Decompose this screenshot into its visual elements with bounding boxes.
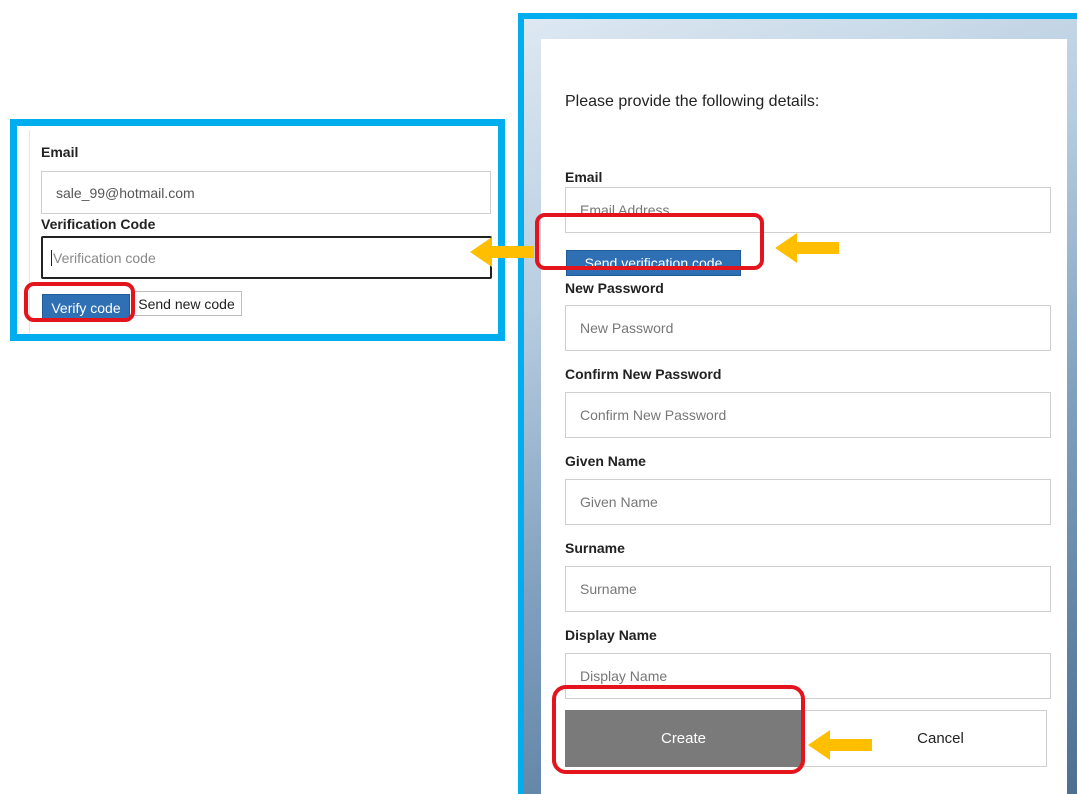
email-field[interactable]: sale_99@hotmail.com: [41, 171, 491, 214]
new-password-input[interactable]: New Password: [565, 305, 1051, 351]
display-name-placeholder: Display Name: [580, 668, 668, 684]
arrow-left-icon: [808, 730, 872, 760]
cancel-label: Cancel: [917, 730, 964, 747]
signup-panel: Please provide the following details: Em…: [518, 13, 1077, 794]
given-name-input[interactable]: Given Name: [565, 479, 1051, 525]
email-label: Email: [565, 169, 603, 185]
highlight-create-button: [552, 685, 805, 774]
email-value: sale_99@hotmail.com: [56, 184, 195, 201]
given-name-placeholder: Given Name: [580, 494, 658, 510]
confirm-password-label: Confirm New Password: [565, 366, 722, 382]
text-caret: [51, 249, 52, 266]
confirm-password-placeholder: Confirm New Password: [580, 407, 727, 423]
arrow-left-icon: [775, 233, 839, 263]
confirm-password-input[interactable]: Confirm New Password: [565, 392, 1051, 438]
verification-code-label: Verification Code: [41, 216, 156, 232]
signup-form: Please provide the following details: Em…: [541, 39, 1067, 794]
verification-code-placeholder: Verification code: [53, 249, 156, 266]
highlight-send-verification-code: [535, 213, 764, 270]
surname-input[interactable]: Surname: [565, 566, 1051, 612]
arrow-left-icon: [470, 237, 534, 267]
display-name-label: Display Name: [565, 627, 657, 643]
verification-code-input[interactable]: Verification code: [41, 236, 492, 279]
highlight-verify-code: [24, 282, 135, 322]
given-name-label: Given Name: [565, 453, 646, 469]
email-label: Email: [41, 144, 79, 160]
new-password-placeholder: New Password: [580, 320, 674, 336]
new-password-label: New Password: [565, 280, 664, 296]
surname-label: Surname: [565, 540, 625, 556]
send-new-code-button[interactable]: Send new code: [131, 291, 242, 316]
surname-placeholder: Surname: [580, 581, 637, 597]
form-intro: Please provide the following details:: [565, 93, 820, 110]
